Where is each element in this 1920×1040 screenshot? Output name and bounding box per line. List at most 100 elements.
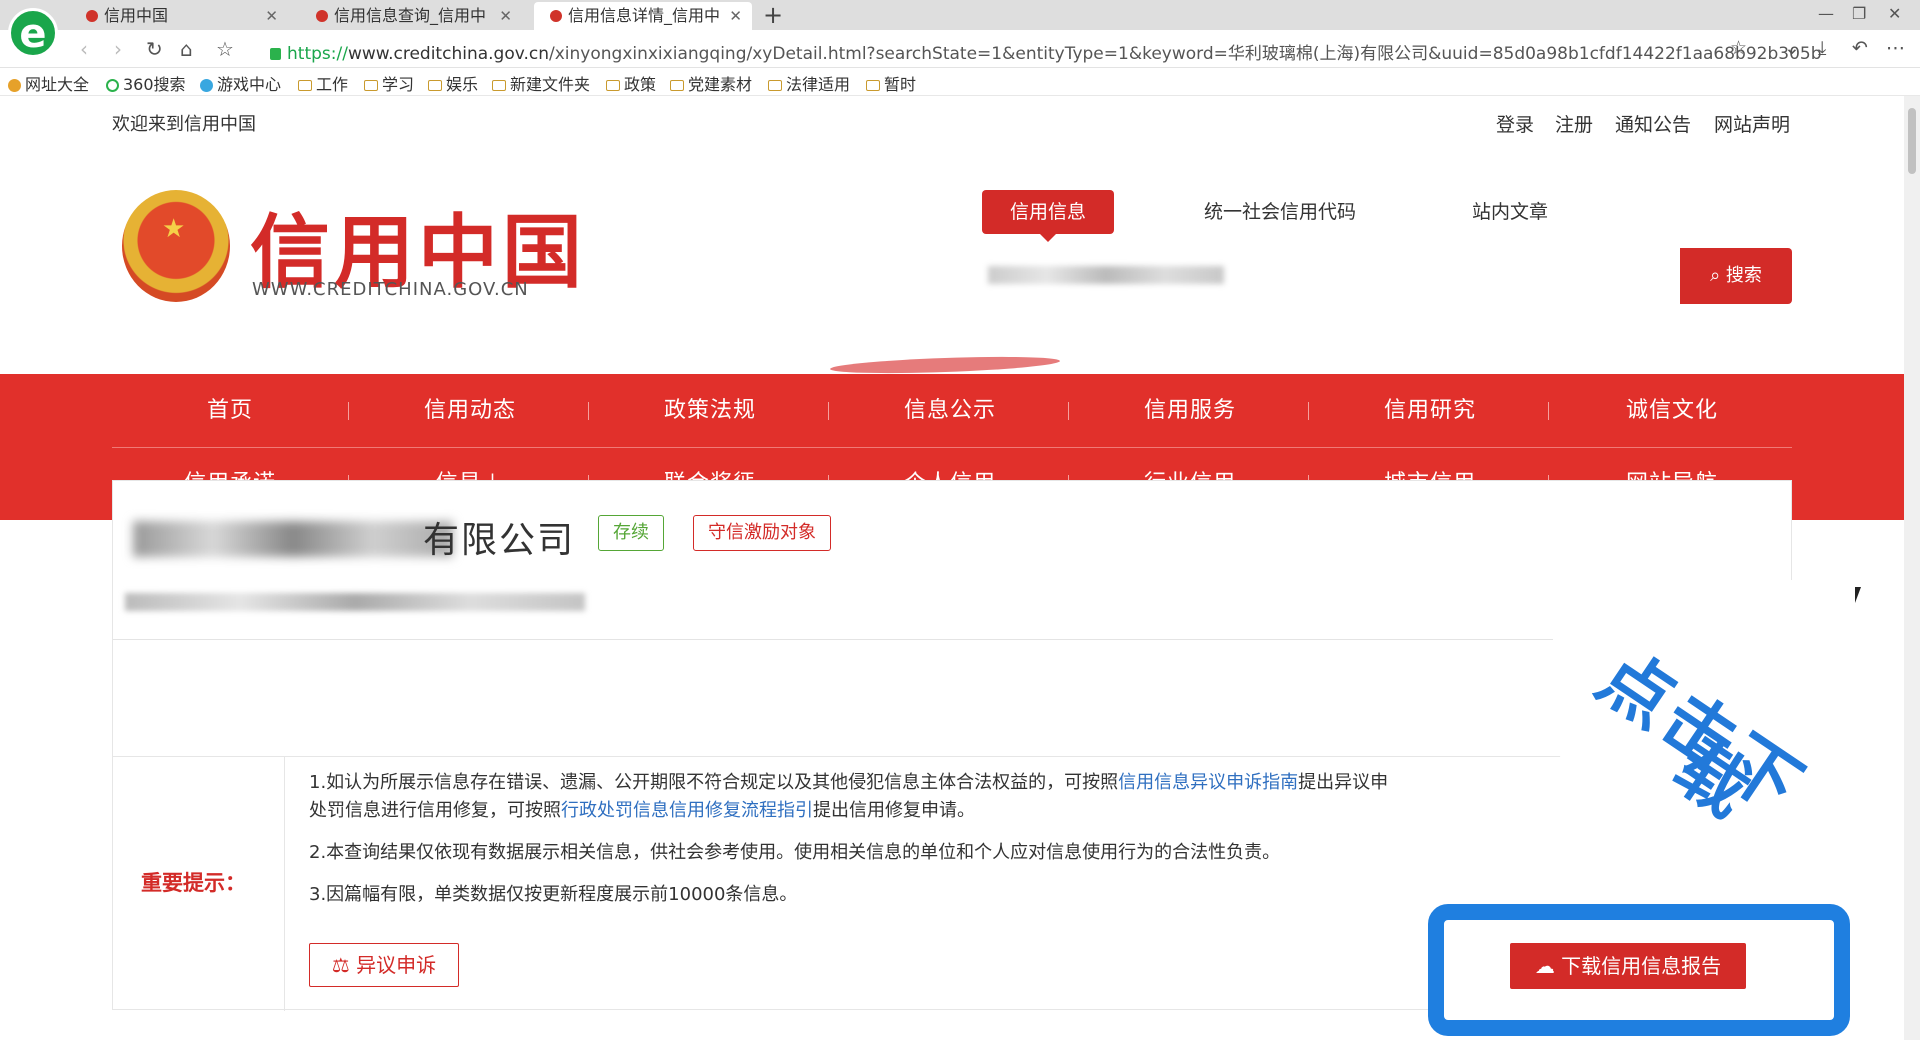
bookmark-folder[interactable]: 娱乐: [428, 71, 478, 95]
bookmark-label: 新建文件夹: [510, 75, 591, 94]
close-window-icon[interactable]: ✕: [1888, 4, 1901, 23]
nav-culture[interactable]: 诚信文化: [1552, 374, 1792, 447]
url-path: /xinyongxinxixiangqing/xyDetail.html?sea…: [549, 44, 1822, 64]
lock-icon: [270, 48, 281, 60]
browser-tab-bar: 信用中国 ✕ 信用信息查询_信用中 ✕ 信用信息详情_信用中 ✕ + — ❐ ✕: [0, 0, 1920, 30]
close-tab-icon[interactable]: ✕: [499, 2, 512, 30]
nav-disclosure[interactable]: 信息公示: [830, 374, 1070, 447]
notice-link[interactable]: 通知公告: [1615, 110, 1691, 137]
bookmark-item[interactable]: 游戏中心: [200, 71, 281, 95]
browser-tab[interactable]: 信用中国 ✕: [70, 2, 288, 30]
cloud-download-icon: ☁: [1534, 954, 1562, 978]
tab-credit-info[interactable]: 信用信息: [982, 190, 1114, 242]
menu-icon[interactable]: ⋯: [1886, 37, 1905, 59]
tab-title: 信用信息详情_信用中: [568, 6, 721, 25]
nav-policy[interactable]: 政策法规: [590, 374, 830, 447]
folder-icon: [606, 80, 620, 91]
site-statement-link[interactable]: 网站声明: [1714, 110, 1790, 137]
tab-title: 信用信息查询_信用中: [334, 6, 487, 25]
nav-separator: [588, 402, 589, 420]
welcome-text: 欢迎来到信用中国: [112, 114, 256, 135]
scrollbar-thumb[interactable]: [1908, 108, 1916, 174]
bookmark-icon: [106, 79, 119, 92]
appeal-button[interactable]: ⚖ 异议申诉: [309, 943, 459, 987]
notice-text: 提出信用修复申请。: [813, 800, 975, 821]
bookmark-folder[interactable]: 党建素材: [670, 71, 752, 95]
nav-credit-news[interactable]: 信用动态: [350, 374, 590, 447]
home-icon[interactable]: ⌂: [180, 37, 193, 61]
bookmark-label: 网址大全: [25, 75, 90, 94]
mouse-cursor-icon: [1855, 587, 1861, 603]
download-report-button[interactable]: ☁ 下载信用信息报告: [1510, 943, 1746, 989]
search-icon: ⌕: [1710, 265, 1726, 286]
notice-line-2: 2.本查询结果仅依现有数据展示相关信息，供社会参考使用。使用相关信息的单位和个人…: [309, 842, 1281, 863]
back-icon[interactable]: ‹: [80, 37, 88, 61]
close-tab-icon[interactable]: ✕: [729, 2, 742, 30]
minimize-icon[interactable]: —: [1818, 4, 1834, 23]
bookmark-item[interactable]: 360搜索: [106, 71, 186, 95]
bookmark-folder[interactable]: 学习: [364, 71, 414, 95]
nav-home[interactable]: 首页: [110, 374, 350, 447]
register-link[interactable]: 注册: [1555, 110, 1593, 137]
nav-research[interactable]: 信用研究: [1310, 374, 1550, 447]
bookmark-folder[interactable]: 新建文件夹: [492, 71, 590, 95]
credit-code-redacted: [125, 593, 585, 611]
undo-icon[interactable]: ↶: [1852, 37, 1868, 59]
search-button[interactable]: ⌕ 搜索: [1680, 248, 1792, 304]
nav-services[interactable]: 信用服务: [1070, 374, 1310, 447]
forward-icon[interactable]: ›: [114, 37, 122, 61]
bookmark-label: 政策: [624, 75, 657, 94]
honor-badge: 守信激励对象: [693, 515, 831, 551]
folder-icon: [768, 80, 782, 91]
browser-logo-icon: e: [8, 8, 58, 58]
download-icon[interactable]: ⤓: [1818, 37, 1826, 59]
close-tab-icon[interactable]: ✕: [265, 2, 278, 30]
notice-line-1: 1.如认为所展示信息存在错误、遗漏、公开期限不符合规定以及其他侵犯信息主体合法权…: [309, 769, 1388, 797]
company-name: 有限公司: [423, 520, 576, 561]
appeal-guide-link[interactable]: 信用信息异议申诉指南: [1118, 772, 1298, 793]
notice-line-1-cont: 处罚信息进行信用修复，可按照行政处罚信息信用修复流程指引提出信用修复申请。: [309, 797, 975, 825]
download-button-label: 下载信用信息报告: [1561, 954, 1722, 978]
vertical-scrollbar[interactable]: [1904, 96, 1920, 1040]
favicon-icon: [86, 10, 98, 22]
repair-guide-link[interactable]: 行政处罚信息信用修复流程指引: [561, 800, 813, 821]
bookmark-label: 游戏中心: [217, 75, 282, 94]
new-tab-icon[interactable]: +: [763, 0, 783, 30]
url-field[interactable]: https://www.creditchina.gov.cn/xinyongxi…: [270, 39, 1822, 64]
notice-line-3: 3.因篇幅有限，单类数据仅按更新程度展示前10000条信息。: [309, 884, 798, 905]
folder-icon: [298, 80, 312, 91]
notice-text: 1.如认为所展示信息存在错误、遗漏、公开期限不符合规定以及其他侵犯信息主体合法权…: [309, 772, 1119, 793]
star-icon: ★: [162, 214, 186, 244]
login-link[interactable]: 登录: [1496, 110, 1534, 137]
bookmark-label: 学习: [382, 75, 415, 94]
folder-icon: [428, 80, 442, 91]
bookmark-item[interactable]: 网址大全: [8, 71, 89, 95]
national-emblem-icon: ★: [122, 190, 230, 302]
bookmark-folder[interactable]: 工作: [298, 71, 348, 95]
url-host: www.creditchina.gov.cn: [347, 44, 549, 64]
browser-tab[interactable]: 信用信息查询_信用中 ✕: [300, 2, 522, 30]
dropdown-icon[interactable]: ⌄: [1784, 37, 1800, 59]
bookmark-label: 工作: [316, 75, 349, 94]
reload-icon[interactable]: ↻: [146, 37, 163, 61]
favicon-icon: [316, 10, 328, 22]
favorite-star-icon[interactable]: ☆: [1730, 37, 1747, 59]
restore-icon[interactable]: ❐: [1852, 4, 1866, 23]
bookmark-folder[interactable]: 暂时: [866, 71, 916, 95]
card-divider: [113, 639, 1553, 640]
search-query-redacted: [988, 266, 1224, 284]
folder-icon: [492, 80, 506, 91]
bookmark-label: 暂时: [884, 75, 917, 94]
tab-credit-code[interactable]: 统一社会信用代码: [1180, 190, 1380, 234]
bookmark-star-icon[interactable]: ☆: [216, 37, 234, 61]
status-badge: 存续: [598, 515, 664, 551]
notice-text: 提出异议申: [1298, 772, 1389, 793]
bookmark-folder[interactable]: 政策: [606, 71, 656, 95]
address-bar: ‹ › ↻ ⌂ ☆ https://www.creditchina.gov.cn…: [0, 30, 1920, 68]
browser-tab-active[interactable]: 信用信息详情_信用中 ✕: [534, 2, 752, 30]
tab-site-articles[interactable]: 站内文章: [1450, 190, 1570, 234]
bookmark-folder[interactable]: 法律适用: [768, 71, 850, 95]
appeal-button-label: 异议申诉: [356, 953, 437, 977]
bookmark-icon: [200, 79, 213, 92]
bookmark-label: 党建素材: [688, 75, 753, 94]
